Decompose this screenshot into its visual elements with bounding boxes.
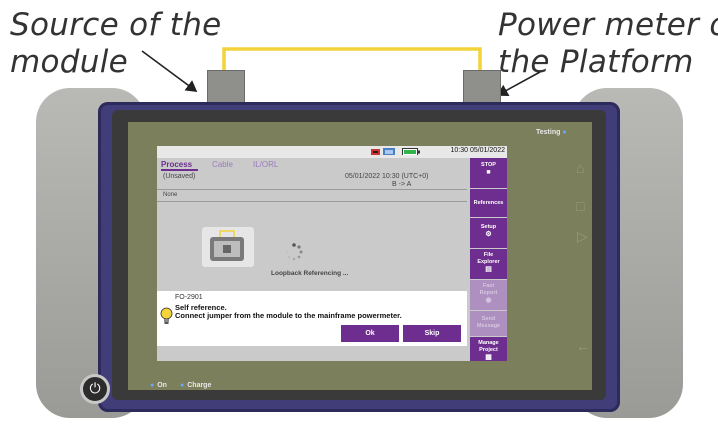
none-label: None xyxy=(163,192,178,198)
manage-project-button[interactable]: Manage Project ▦ xyxy=(470,337,507,361)
module-diagram xyxy=(202,227,254,267)
skip-button[interactable]: Skip xyxy=(403,325,461,342)
manage-project-label: Manage Project xyxy=(478,340,499,353)
on-label: On xyxy=(157,382,167,389)
network-icon xyxy=(383,148,395,155)
lightbulb-icon xyxy=(160,307,173,324)
stop-icon: ■ xyxy=(486,169,491,176)
usb-icon xyxy=(371,149,380,155)
led-icon: ● xyxy=(562,129,567,136)
status-bar: 10:30 05/01/2022 xyxy=(157,146,507,158)
charge-indicator: ● Charge xyxy=(180,382,211,389)
project-icon: ▦ xyxy=(485,354,492,361)
file-explorer-label: File Explorer xyxy=(477,252,500,265)
dialog-code: FO-2901 xyxy=(175,294,203,301)
on-indicator: ● On xyxy=(150,382,167,389)
fast-report-button[interactable]: Fast Report ◉ xyxy=(470,280,507,310)
jumper-cable xyxy=(222,47,482,72)
led-icon: ● xyxy=(180,382,185,389)
annotation-line: Source of the xyxy=(10,7,222,43)
annotation-power-meter: Power meter of the Platform xyxy=(498,7,718,81)
folder-icon: ▤ xyxy=(485,266,492,273)
loopback-status: Loopback Referencing ... xyxy=(271,270,349,277)
divider xyxy=(157,189,467,190)
active-tab-indicator xyxy=(161,169,198,171)
annotation-line: Power meter of xyxy=(498,7,718,43)
tab-il-orl[interactable]: IL/ORL xyxy=(253,160,278,169)
annotation-source-module: Source of the module xyxy=(10,7,222,81)
back-icon[interactable]: ← xyxy=(576,338,590,354)
report-icon: ◉ xyxy=(485,297,492,304)
setup-button[interactable]: Setup ⚙ xyxy=(470,218,507,248)
divider xyxy=(157,201,467,202)
testing-label: Testing xyxy=(536,129,561,136)
play-icon[interactable]: ▷ xyxy=(577,228,588,245)
file-explorer-button[interactable]: File Explorer ▤ xyxy=(470,249,507,279)
status-date: 05/01/2022 xyxy=(469,147,505,154)
loading-spinner-icon xyxy=(285,243,303,261)
tab-cable[interactable]: Cable xyxy=(212,160,233,169)
stop-label: STOP xyxy=(481,162,496,168)
window-icon[interactable]: □ xyxy=(576,198,584,214)
screen-ui: 10:30 05/01/2022 Process Cable IL/ORL (U… xyxy=(157,146,507,361)
dialog-message: Connect jumper from the module to the ma… xyxy=(175,311,402,320)
charge-label: Charge xyxy=(187,382,212,389)
fast-report-label: Fast Report xyxy=(479,283,498,296)
power-icon: ⏻ xyxy=(89,380,101,396)
tab-bar: Process Cable IL/ORL xyxy=(157,158,467,170)
status-datetime: 10:30 05/01/2022 xyxy=(450,147,505,154)
gear-icon: ⚙ xyxy=(485,231,492,238)
annotation-line: module xyxy=(10,44,128,80)
direction-label: B -> A xyxy=(392,181,412,188)
dialog-box: FO-2901 Self reference. Connect jumper f… xyxy=(157,291,467,346)
side-menu: STOP ■ References Setup ⚙ File Explorer … xyxy=(470,158,507,361)
tab-process[interactable]: Process xyxy=(161,160,192,169)
annotation-line: the Platform xyxy=(498,44,694,80)
setup-label: Setup xyxy=(480,224,497,230)
status-time: 10:30 xyxy=(450,147,468,154)
led-icon: ● xyxy=(150,382,155,389)
ok-button[interactable]: Ok xyxy=(341,325,399,342)
testing-indicator: Testing ● xyxy=(536,129,570,136)
file-name: (Unsaved) xyxy=(163,173,196,180)
stop-button[interactable]: STOP ■ xyxy=(470,158,507,188)
measurement-datetime: 05/01/2022 10:30 (UTC+0) xyxy=(345,173,429,180)
home-icon[interactable]: ⌂ xyxy=(576,160,584,176)
send-message-label: Send Message xyxy=(476,316,501,329)
device-icon xyxy=(210,230,244,261)
references-button[interactable]: References xyxy=(470,189,507,217)
references-label: References xyxy=(473,200,504,206)
send-message-button[interactable]: Send Message xyxy=(470,311,507,336)
power-button[interactable]: ⏻ xyxy=(80,374,110,404)
battery-icon xyxy=(402,148,420,155)
